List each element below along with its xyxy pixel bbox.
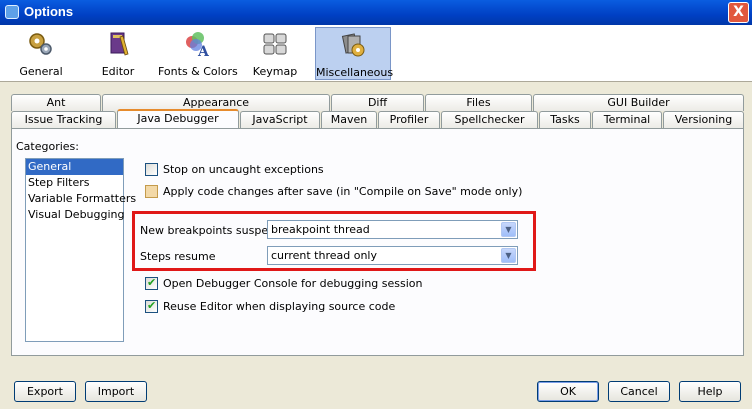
editor-icon: [110, 32, 129, 56]
toolbar-label: Miscellaneous: [316, 66, 394, 79]
breakpoints-suspend-value: breakpoint thread: [271, 223, 370, 236]
window-title: Options: [24, 4, 74, 19]
tab-versioning[interactable]: Versioning: [663, 111, 744, 128]
categories-label: Categories:: [16, 140, 79, 153]
category-toolbar: General Editor A Fonts & Colors Keymap M…: [0, 25, 752, 82]
keymap-icon: [263, 33, 287, 55]
toolbar-label: Editor: [101, 65, 135, 78]
category-item-general[interactable]: General: [26, 159, 123, 175]
apply-changes-checkbox[interactable]: [145, 185, 158, 198]
help-button[interactable]: Help: [679, 381, 741, 402]
breakpoints-suspend-combo[interactable]: breakpoint thread ▼: [267, 220, 518, 239]
category-item-variable-formatters[interactable]: Variable Formatters: [26, 191, 136, 207]
tab-spellchecker[interactable]: Spellchecker: [441, 111, 538, 128]
gears-icon: [29, 33, 52, 55]
toolbar-label: General: [19, 65, 63, 78]
category-item-visual-debugging[interactable]: Visual Debugging: [26, 207, 125, 223]
app-icon: [5, 5, 19, 19]
chevron-down-icon[interactable]: ▼: [501, 222, 516, 237]
category-item-step-filters[interactable]: Step Filters: [26, 175, 123, 191]
apply-changes-label: Apply code changes after save (in "Compi…: [163, 185, 523, 198]
stop-uncaught-checkbox[interactable]: [145, 163, 158, 176]
toolbar-editor-button[interactable]: Editor: [90, 27, 146, 80]
ok-button[interactable]: OK: [537, 381, 599, 402]
svg-text:A: A: [197, 44, 210, 58]
tab-javascript[interactable]: JavaScript: [240, 111, 320, 128]
stop-uncaught-label: Stop on uncaught exceptions: [163, 163, 324, 176]
toolbar-miscellaneous-button[interactable]: Miscellaneous: [315, 27, 394, 80]
toolbar-label: Fonts & Colors: [158, 65, 238, 78]
cancel-button[interactable]: Cancel: [608, 381, 670, 402]
tab-ant[interactable]: Ant: [11, 94, 101, 111]
toolbar-keymap-button[interactable]: Keymap: [248, 27, 302, 80]
miscellaneous-icon: [341, 33, 365, 57]
reuse-editor-label: Reuse Editor when displaying source code: [163, 300, 396, 313]
title-bar: Options X: [0, 0, 752, 25]
tab-gui-builder[interactable]: GUI Builder: [533, 94, 744, 111]
toolbar-label: Keymap: [252, 65, 298, 78]
fonts-colors-icon: A: [186, 32, 210, 58]
tab-diff[interactable]: Diff: [331, 94, 424, 111]
steps-resume-value: current thread only: [271, 249, 377, 262]
toolbar-general-button[interactable]: General: [8, 27, 74, 80]
tab-maven[interactable]: Maven: [321, 111, 377, 128]
open-console-checkbox[interactable]: [145, 276, 158, 290]
tab-tasks[interactable]: Tasks: [539, 111, 591, 128]
steps-resume-label: Steps resume: [140, 250, 216, 263]
open-console-label: Open Debugger Console for debugging sess…: [163, 277, 423, 290]
import-button[interactable]: Import: [85, 381, 147, 402]
tab-terminal[interactable]: Terminal: [592, 111, 662, 128]
tab-files[interactable]: Files: [425, 94, 532, 111]
close-button[interactable]: X: [728, 2, 749, 23]
steps-resume-combo[interactable]: current thread only ▼: [267, 246, 518, 265]
tab-profiler[interactable]: Profiler: [378, 111, 440, 128]
export-button[interactable]: Export: [14, 381, 76, 402]
tab-issue-tracking[interactable]: Issue Tracking: [11, 111, 116, 128]
tab-java-debugger[interactable]: Java Debugger: [117, 109, 239, 128]
tab-row-2: Issue Tracking Java Debugger JavaScript …: [11, 109, 744, 128]
categories-list[interactable]: General Step Filters Variable Formatters…: [25, 158, 136, 342]
reuse-editor-checkbox[interactable]: [145, 299, 158, 313]
toolbar-fonts-colors-button[interactable]: A Fonts & Colors: [158, 27, 238, 80]
chevron-down-icon[interactable]: ▼: [501, 248, 516, 263]
breakpoints-suspend-label: New breakpoints suspend: [140, 224, 283, 237]
